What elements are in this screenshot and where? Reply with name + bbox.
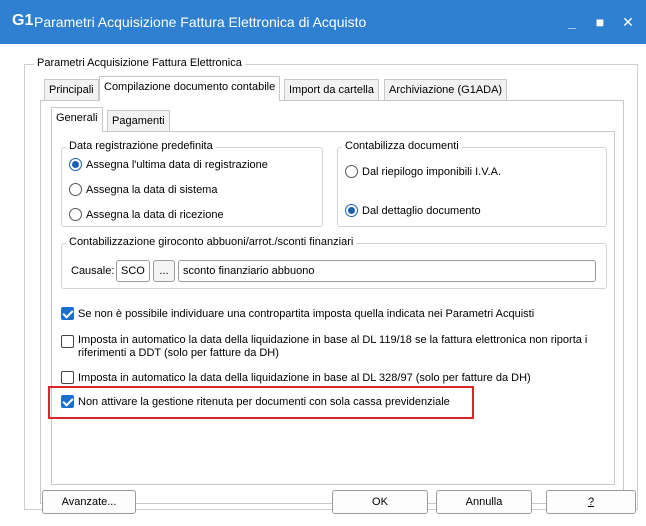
annulla-button[interactable]: Annulla bbox=[436, 490, 532, 514]
checkbox-unchecked-icon bbox=[61, 371, 74, 384]
parameters-frame-label: Parametri Acquisizione Fattura Elettroni… bbox=[34, 57, 245, 69]
checkbox-checked-icon bbox=[61, 307, 74, 320]
check-dl-328-97-label: Imposta in automatico la data della liqu… bbox=[78, 371, 531, 384]
radio-riepilogo-iva-label: Dal riepilogo imponibili I.V.A. bbox=[362, 165, 501, 178]
tab-principali[interactable]: Principali bbox=[44, 79, 99, 101]
radio-selected-icon bbox=[345, 204, 358, 217]
causale-description-field[interactable]: sconto finanziario abbuono bbox=[178, 260, 596, 282]
tab-panel: Generali Pagamenti Data registrazione pr… bbox=[40, 100, 624, 504]
title-bar: G1 Parametri Acquisizione Fattura Elettr… bbox=[0, 0, 646, 44]
check-dl-119-18-label: Imposta in automatico la data della liqu… bbox=[78, 334, 587, 360]
check-dl-328-97[interactable]: Imposta in automatico la data della liqu… bbox=[61, 371, 531, 384]
dialog-body: Parametri Acquisizione Fattura Elettroni… bbox=[0, 44, 646, 526]
checkbox-unchecked-icon bbox=[61, 335, 74, 348]
check-contropartita-imposta[interactable]: Se non è possibile individuare una contr… bbox=[61, 307, 534, 320]
radio-data-ricezione-label: Assegna la data di ricezione bbox=[86, 208, 224, 221]
app-logo-icon: G1 bbox=[12, 12, 34, 29]
check-dl-119-18-line1: Imposta in automatico la data della liqu… bbox=[78, 334, 588, 346]
subtab-generali[interactable]: Generali bbox=[51, 107, 103, 132]
contabilizza-documenti-label: Contabilizza documenti bbox=[342, 140, 462, 152]
data-registrazione-label: Data registrazione predefinita bbox=[66, 140, 216, 152]
close-button[interactable]: ✕ bbox=[612, 6, 644, 38]
ok-button[interactable]: OK bbox=[332, 490, 428, 514]
tab-compilazione-documento-contabile[interactable]: Compilazione documento contabile bbox=[99, 76, 281, 101]
check-dl-119-18-line2: riferimenti a DDT (solo per fatture da D… bbox=[78, 347, 279, 359]
check-ritenuta-cassa-previdenziale-label: Non attivare la gestione ritenuta per do… bbox=[78, 395, 450, 408]
causale-label: Causale: bbox=[71, 265, 115, 277]
radio-unselected-icon bbox=[69, 208, 82, 221]
radio-unselected-icon bbox=[69, 183, 82, 196]
check-ritenuta-cassa-previdenziale[interactable]: Non attivare la gestione ritenuta per do… bbox=[61, 395, 450, 408]
radio-dettaglio-documento[interactable]: Dal dettaglio documento bbox=[345, 204, 481, 217]
radio-riepilogo-iva[interactable]: Dal riepilogo imponibili I.V.A. bbox=[345, 165, 501, 178]
help-button[interactable]: ? bbox=[546, 490, 636, 514]
window-title: Parametri Acquisizione Fattura Elettroni… bbox=[34, 14, 367, 30]
causale-browse-button[interactable]: ... bbox=[153, 260, 175, 282]
tab-archiviazione[interactable]: Archiviazione (G1ADA) bbox=[384, 79, 508, 101]
radio-unselected-icon bbox=[345, 165, 358, 178]
radio-ultima-data-label: Assegna l'ultima data di registrazione bbox=[86, 158, 268, 171]
check-contropartita-imposta-label: Se non è possibile individuare una contr… bbox=[78, 307, 535, 320]
radio-selected-icon bbox=[69, 158, 82, 171]
radio-dettaglio-documento-label: Dal dettaglio documento bbox=[362, 204, 481, 217]
avanzate-button[interactable]: Avanzate... bbox=[42, 490, 136, 514]
tab-import-da-cartella[interactable]: Import da cartella bbox=[284, 79, 379, 101]
giroconto-label: Contabilizzazione giroconto abbuoni/arro… bbox=[66, 236, 357, 248]
radio-data-sistema[interactable]: Assegna la data di sistema bbox=[69, 183, 217, 196]
radio-ultima-data[interactable]: Assegna l'ultima data di registrazione bbox=[69, 158, 268, 171]
radio-data-sistema-label: Assegna la data di sistema bbox=[86, 183, 218, 196]
causale-code-field[interactable]: SCO bbox=[116, 260, 150, 282]
radio-data-ricezione[interactable]: Assegna la data di ricezione bbox=[69, 208, 224, 221]
checkbox-checked-icon bbox=[61, 395, 74, 408]
subtab-pagamenti[interactable]: Pagamenti bbox=[107, 110, 170, 132]
check-dl-119-18[interactable]: Imposta in automatico la data della liqu… bbox=[61, 334, 587, 360]
